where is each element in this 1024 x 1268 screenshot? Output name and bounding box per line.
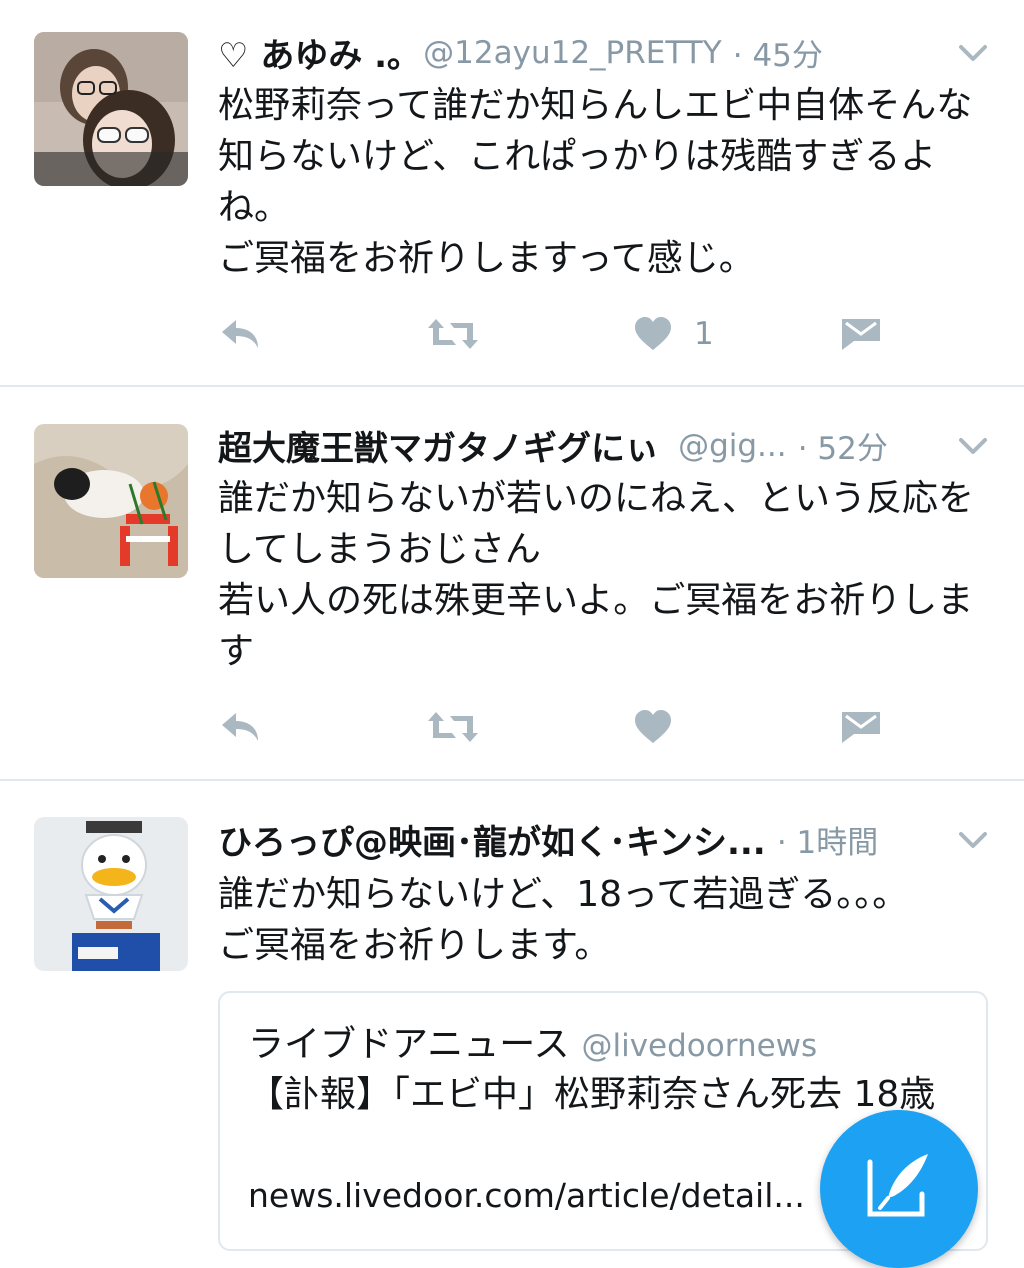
- reply-button[interactable]: [218, 312, 262, 356]
- display-name[interactable]: ♡ あゆみ .｡: [218, 28, 404, 77]
- reply-icon: [218, 709, 262, 745]
- quoted-user-handle: @livedoornews: [581, 1028, 818, 1064]
- retweet-button[interactable]: [426, 705, 480, 749]
- timestamp[interactable]: · 45分: [733, 30, 823, 75]
- compose-tweet-button[interactable]: [820, 1110, 978, 1268]
- timestamp[interactable]: · 1時間: [777, 817, 878, 862]
- tweet-text: 誰だか知らないけど、18って若過ぎる。。。 ご冥福をお祈りします。: [218, 874, 909, 966]
- heart-icon: [634, 317, 672, 351]
- tweet-1[interactable]: ♡ あゆみ .｡ @12ayu12_PRETTY · 45分 松野莉奈って誰だか…: [0, 0, 1024, 386]
- like-button[interactable]: 1: [634, 312, 714, 356]
- chevron-down-icon[interactable]: [958, 431, 988, 461]
- direct-message-icon: [840, 710, 882, 744]
- display-name[interactable]: 超大魔王獣マガタノギグにぃ: [218, 421, 659, 470]
- reply-icon: [218, 316, 262, 352]
- tweet-actions: [218, 705, 898, 749]
- heart-icon: [634, 710, 672, 744]
- article-link[interactable]: news.livedoor.com/article/detail...: [248, 1176, 805, 1215]
- direct-message-button[interactable]: [840, 705, 882, 749]
- display-name[interactable]: ひろっぴ@映画･龍が如く･キンシ...: [218, 815, 766, 864]
- quoted-tweet-text: 【訃報】「エビ中」松野莉奈さん死去 18歳: [248, 1074, 936, 1115]
- like-count: 1: [694, 316, 714, 352]
- quoted-tweet-header: ライブドアニュース @livedoornews: [248, 1015, 817, 1067]
- retweet-icon: [426, 708, 480, 746]
- quoted-display-name: ライブドアニュース: [248, 1024, 570, 1065]
- tweet-text: 誰だか知らないが若いのにねえ、という反応をしてしまうおじさん 若い人の死は殊更辛…: [218, 478, 975, 672]
- retweet-button[interactable]: [426, 312, 480, 356]
- tweet-2[interactable]: 超大魔王獣マガタノギグにぃ @gig... · 52分 誰だか知らないが若いのに…: [0, 387, 1024, 779]
- avatar[interactable]: [34, 32, 188, 186]
- direct-message-button[interactable]: [840, 312, 882, 356]
- avatar[interactable]: [34, 817, 188, 971]
- avatar[interactable]: [34, 424, 188, 578]
- retweet-icon: [426, 315, 480, 353]
- tweet-actions: 1: [218, 312, 898, 356]
- tweet-text: 松野莉奈って誰だか知らんしエビ中自体そんな知らないけど、これぱっかりは残酷すぎる…: [218, 85, 973, 279]
- user-handle[interactable]: @12ayu12_PRETTY: [423, 35, 721, 71]
- like-button[interactable]: [634, 705, 694, 749]
- reply-button[interactable]: [218, 705, 262, 749]
- timestamp[interactable]: · 52分: [798, 423, 888, 468]
- chevron-down-icon[interactable]: [958, 825, 988, 855]
- tweet-header: ♡ あゆみ .｡ @12ayu12_PRETTY · 45分: [218, 28, 1024, 77]
- tweet-header: 超大魔王獣マガタノギグにぃ @gig... · 52分: [218, 421, 1024, 470]
- direct-message-icon: [840, 317, 882, 351]
- user-handle[interactable]: @gig...: [678, 428, 787, 464]
- chevron-down-icon[interactable]: [958, 38, 988, 68]
- tweet-header: ひろっぴ@映画･龍が如く･キンシ... · 1時間: [218, 815, 1024, 864]
